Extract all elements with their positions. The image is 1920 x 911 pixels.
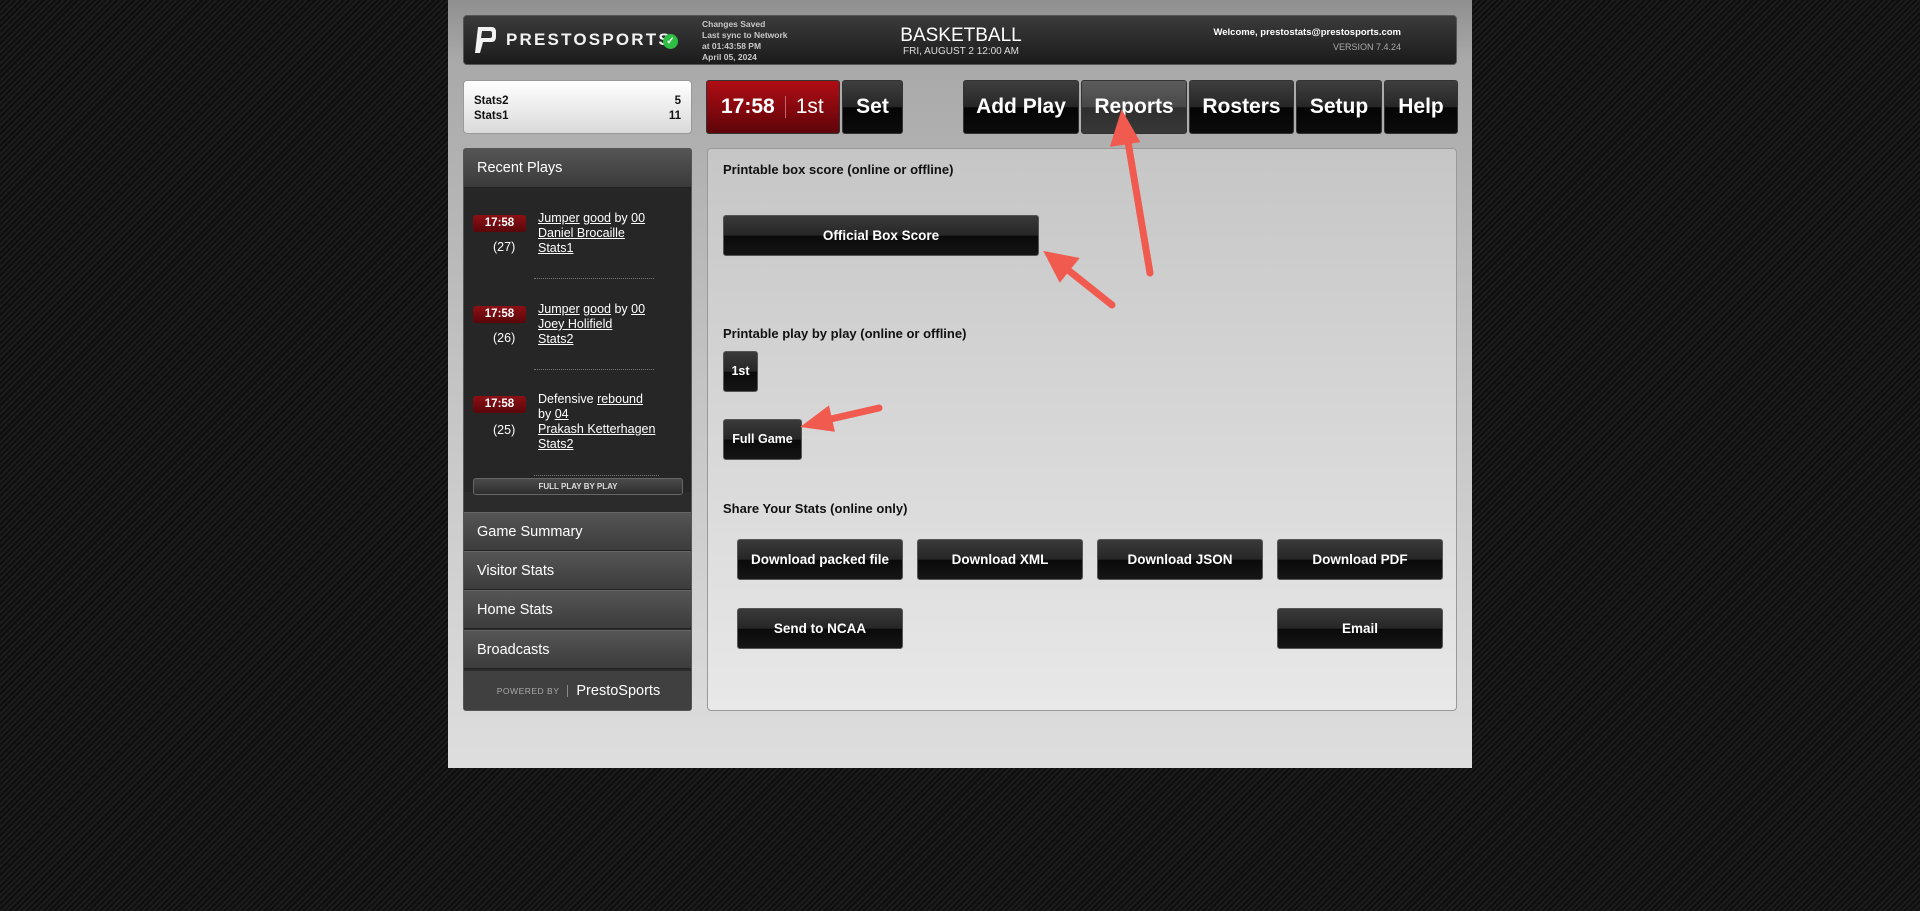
text-by: by bbox=[610, 302, 632, 316]
play-description: Defensive rebound by 04 Prakash Ketterha… bbox=[538, 392, 683, 452]
top-header-bar: PRESTOSPORTS ✓ Changes Saved Last sync t… bbox=[463, 15, 1457, 65]
play-divider bbox=[534, 278, 654, 279]
sidebar-home-stats[interactable]: Home Stats bbox=[464, 590, 691, 629]
sidebar-broadcasts[interactable]: Broadcasts bbox=[464, 630, 691, 669]
play-time-badge: 17:58 bbox=[473, 215, 526, 232]
share-stats-heading: Share Your Stats (online only) bbox=[723, 501, 908, 516]
play-divider bbox=[534, 369, 654, 370]
play-result-link[interactable]: good bbox=[583, 211, 611, 225]
play-description: Jumper good by 00 Daniel Brocaille Stats… bbox=[538, 211, 683, 256]
play-description: Jumper good by 00 Joey Holifield Stats2 bbox=[538, 302, 683, 347]
nav-add-play-button[interactable]: Add Play bbox=[963, 80, 1079, 134]
team-link[interactable]: Stats1 bbox=[538, 241, 573, 255]
box-score-heading: Printable box score (online or offline) bbox=[723, 162, 954, 177]
powered-divider bbox=[567, 684, 569, 697]
clock-divider bbox=[784, 96, 786, 118]
powered-by-label: POWERED BY bbox=[496, 685, 560, 696]
player-name-link[interactable]: Prakash Ketterhagen bbox=[538, 422, 655, 436]
play-time-badge: 17:58 bbox=[473, 396, 526, 413]
game-date: FRI, AUGUST 2 12:00 AM bbox=[903, 46, 1019, 57]
text-by: by bbox=[610, 211, 632, 225]
text-by: by bbox=[538, 407, 555, 421]
send-to-ncaa-button[interactable]: Send to NCAA bbox=[737, 608, 903, 649]
play-count: (25) bbox=[493, 423, 516, 437]
period-1st-button[interactable]: 1st bbox=[723, 351, 758, 392]
full-game-button[interactable]: Full Game bbox=[723, 419, 802, 460]
player-number-link[interactable]: 00 bbox=[631, 302, 645, 316]
team-link[interactable]: Stats2 bbox=[538, 332, 573, 346]
team-link[interactable]: Stats2 bbox=[538, 437, 573, 451]
welcome-text: Welcome, prestostats@prestosports.com bbox=[1213, 27, 1401, 38]
clock-period: 1st bbox=[795, 95, 824, 118]
powered-by-footer: POWERED BY PrestoSports bbox=[464, 671, 691, 710]
version-text: VERSION 7.4.24 bbox=[1332, 42, 1401, 52]
full-play-by-play-button[interactable]: FULL PLAY BY PLAY bbox=[473, 478, 683, 495]
play-type-link[interactable]: Jumper bbox=[538, 302, 580, 316]
set-clock-button[interactable]: Set bbox=[842, 80, 903, 134]
team-score: 11 bbox=[668, 110, 681, 122]
sidebar: Recent Plays 17:58 (27) Jumper good by 0… bbox=[463, 148, 692, 711]
play-count: (26) bbox=[493, 331, 516, 345]
play-time-badge: 17:58 bbox=[473, 306, 526, 323]
download-packed-file-button[interactable]: Download packed file bbox=[737, 539, 903, 580]
email-button[interactable]: Email bbox=[1277, 608, 1443, 649]
nav-reports-button[interactable]: Reports bbox=[1081, 80, 1187, 134]
player-number-link[interactable]: 04 bbox=[555, 407, 569, 421]
download-json-button[interactable]: Download JSON bbox=[1097, 539, 1263, 580]
team-score-row: Stats1 11 bbox=[474, 109, 681, 124]
play-result-link[interactable]: rebound bbox=[597, 392, 643, 406]
scoreboard: Stats2 5 Stats1 11 bbox=[463, 80, 692, 134]
powered-brand[interactable]: PrestoSports bbox=[576, 683, 660, 699]
clock-time: 17:58 bbox=[721, 95, 775, 118]
play-divider bbox=[534, 475, 659, 476]
play-count: (27) bbox=[493, 240, 516, 254]
app-page: PRESTOSPORTS ✓ Changes Saved Last sync t… bbox=[448, 0, 1472, 768]
play-type-link[interactable]: Jumper bbox=[538, 211, 580, 225]
player-number-link[interactable]: 00 bbox=[631, 211, 645, 225]
official-box-score-button[interactable]: Official Box Score bbox=[723, 215, 1039, 256]
team-name: Stats2 bbox=[474, 95, 509, 107]
play-type-text: Defensive bbox=[538, 392, 598, 406]
play-result-link[interactable]: good bbox=[583, 302, 611, 316]
play-by-play-heading: Printable play by play (online or offlin… bbox=[723, 326, 967, 341]
player-name-link[interactable]: Joey Holifield bbox=[538, 317, 612, 331]
team-score: 5 bbox=[674, 95, 681, 107]
game-clock[interactable]: 17:58 1st bbox=[706, 80, 840, 134]
team-name: Stats1 bbox=[474, 110, 509, 122]
nav-help-button[interactable]: Help bbox=[1384, 80, 1458, 134]
download-xml-button[interactable]: Download XML bbox=[917, 539, 1083, 580]
reports-panel: Printable box score (online or offline) … bbox=[707, 148, 1457, 711]
nav-setup-button[interactable]: Setup bbox=[1296, 80, 1382, 134]
sidebar-visitor-stats[interactable]: Visitor Stats bbox=[464, 551, 691, 590]
download-pdf-button[interactable]: Download PDF bbox=[1277, 539, 1443, 580]
sidebar-game-summary[interactable]: Game Summary bbox=[464, 512, 691, 551]
nav-rosters-button[interactable]: Rosters bbox=[1189, 80, 1294, 134]
player-name-link[interactable]: Daniel Brocaille bbox=[538, 226, 625, 240]
recent-plays-list: 17:58 (27) Jumper good by 00 Daniel Broc… bbox=[464, 188, 691, 492]
team-score-row: Stats2 5 bbox=[474, 94, 681, 109]
recent-plays-header[interactable]: Recent Plays bbox=[464, 149, 691, 188]
